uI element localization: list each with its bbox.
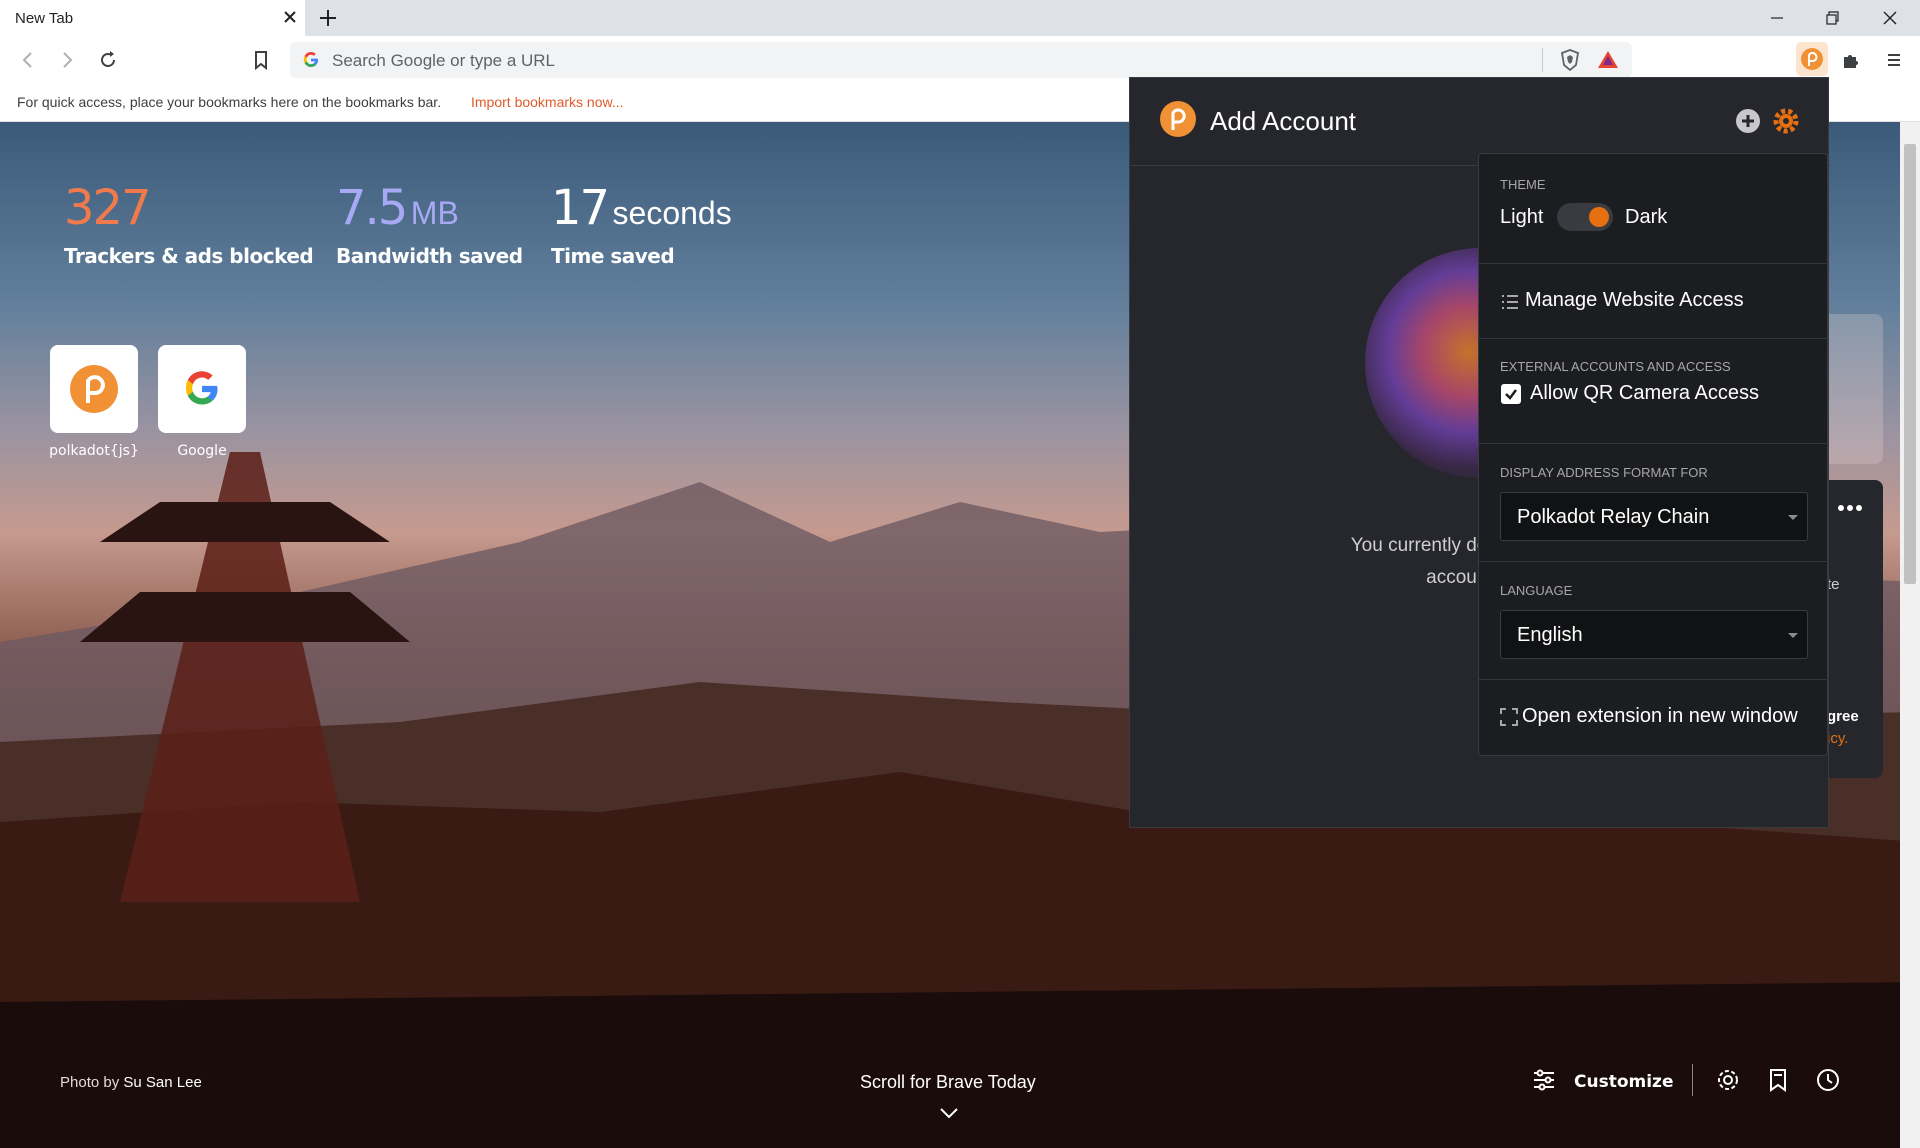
photo-credit-prefix: Photo by	[60, 1074, 120, 1091]
settings-menu: THEME Light Dark Manage Website Access E…	[1478, 153, 1829, 756]
manage-access-item[interactable]: Manage Website Access	[1479, 264, 1829, 339]
photographer-link[interactable]: Su San Lee	[123, 1074, 201, 1091]
dropdown-arrow-icon	[1788, 633, 1798, 638]
stat-bandwidth: 7.5 MB Bandwidth saved	[336, 180, 523, 268]
forward-icon[interactable]	[55, 48, 79, 72]
stat-bandwidth-label: Bandwidth saved	[336, 244, 523, 268]
address-format-value: Polkadot Relay Chain	[1517, 506, 1710, 528]
stat-trackers: 327 Trackers & ads blocked	[64, 180, 314, 268]
theme-light-label: Light	[1500, 206, 1544, 228]
language-title: LANGUAGE	[1500, 583, 1573, 598]
google-icon	[303, 52, 318, 67]
top-site-google-label: Google	[177, 443, 227, 459]
reload-icon[interactable]	[96, 48, 120, 72]
settings-gear-icon[interactable]	[1714, 1066, 1742, 1094]
customize-button[interactable]: Customize	[1574, 1072, 1673, 1092]
google-logo-icon	[186, 371, 218, 405]
side-card-background	[1829, 314, 1883, 464]
language-select[interactable]: English	[1500, 610, 1808, 659]
stat-time: 17 seconds Time saved	[551, 180, 732, 268]
polkadot-logo-icon	[1160, 101, 1196, 137]
chevron-down-icon[interactable]	[938, 1106, 960, 1120]
omnibox[interactable]: Search Google or type a URL	[290, 42, 1632, 78]
add-circle-icon[interactable]	[1735, 108, 1761, 134]
qr-camera-checkbox[interactable]	[1501, 384, 1521, 404]
top-site-google[interactable]	[158, 345, 246, 433]
side-card-agree: gree	[1827, 708, 1859, 725]
bookmarks-icon[interactable]	[1764, 1066, 1792, 1094]
language-value: English	[1517, 624, 1583, 646]
stat-time-value: 17	[551, 180, 610, 236]
history-icon[interactable]	[1814, 1066, 1842, 1094]
theme-title: THEME	[1500, 177, 1546, 192]
omnibox-placeholder: Search Google or type a URL	[332, 51, 556, 70]
side-card: te gree icy.	[1827, 480, 1883, 778]
brave-shields-icon[interactable]	[1558, 48, 1582, 72]
language-section: LANGUAGE English	[1479, 562, 1829, 680]
theme-dark-label: Dark	[1625, 206, 1668, 228]
address-format-select[interactable]: Polkadot Relay Chain	[1500, 492, 1808, 541]
top-site-polkadot[interactable]	[50, 345, 138, 433]
checkmark-icon	[1505, 389, 1517, 400]
scroll-brave-today[interactable]: Scroll for Brave Today	[860, 1072, 1036, 1093]
popup-title: Add Account	[1210, 106, 1356, 136]
theme-toggle[interactable]	[1557, 203, 1613, 231]
external-accounts-section: EXTERNAL ACCOUNTS AND ACCESS Allow QR Ca…	[1479, 339, 1829, 444]
polkadot-extension-button[interactable]	[1796, 42, 1828, 76]
toggle-knob	[1589, 207, 1609, 227]
stat-bandwidth-unit: MB	[410, 195, 459, 231]
settings-gear-icon[interactable]	[1772, 107, 1800, 135]
polkadot-logo-icon	[70, 365, 118, 413]
bookmark-icon[interactable]	[249, 48, 273, 72]
stat-bandwidth-value: 7.5	[336, 180, 408, 236]
manage-access-label: Manage Website Access	[1525, 289, 1744, 311]
stat-trackers-label: Trackers & ads blocked	[64, 244, 314, 268]
minimize-icon[interactable]	[1765, 6, 1789, 30]
tab-title: New Tab	[15, 10, 74, 27]
close-tab-icon[interactable]	[280, 7, 300, 27]
import-bookmarks-link[interactable]: Import bookmarks now...	[471, 94, 624, 110]
tab-new-tab[interactable]: New Tab	[0, 0, 305, 36]
list-icon	[1502, 295, 1518, 309]
footer-divider	[1692, 1064, 1693, 1096]
top-site-polkadot-label: polkadot{js}	[49, 443, 139, 459]
open-new-window-item[interactable]: Open extension in new window	[1479, 680, 1829, 756]
stat-time-label: Time saved	[551, 244, 675, 268]
photo-credit: Photo by Su San Lee	[60, 1074, 202, 1091]
bookmarks-hint: For quick access, place your bookmarks h…	[17, 94, 442, 110]
customize-sliders-icon[interactable]	[1530, 1066, 1558, 1094]
dropdown-arrow-icon	[1788, 515, 1798, 520]
polkadot-logo-icon	[1801, 48, 1823, 70]
back-icon[interactable]	[16, 48, 40, 72]
qr-camera-label[interactable]: Allow QR Camera Access	[1530, 382, 1759, 405]
open-new-window-label: Open extension in new window	[1522, 705, 1798, 727]
omnibox-divider	[1542, 48, 1543, 72]
side-card-policy-link[interactable]: icy.	[1827, 730, 1848, 747]
new-tab-icon[interactable]	[316, 6, 340, 30]
menu-icon[interactable]	[1882, 48, 1906, 72]
stat-time-unit: seconds	[612, 195, 732, 231]
expand-window-icon	[1500, 708, 1518, 726]
scrollbar-thumb[interactable]	[1904, 144, 1916, 584]
address-format-title: DISPLAY ADDRESS FORMAT FOR	[1500, 465, 1708, 480]
page-scrollbar[interactable]	[1900, 122, 1920, 1148]
address-format-section: DISPLAY ADDRESS FORMAT FOR Polkadot Rela…	[1479, 444, 1829, 562]
brave-rewards-icon[interactable]	[1596, 48, 1620, 72]
restore-icon[interactable]	[1820, 6, 1844, 30]
external-title: EXTERNAL ACCOUNTS AND ACCESS	[1500, 359, 1731, 374]
more-options-icon[interactable]	[1837, 504, 1863, 512]
stat-trackers-value: 327	[64, 180, 152, 236]
close-window-icon[interactable]	[1878, 6, 1902, 30]
theme-section: THEME Light Dark	[1479, 154, 1829, 264]
extensions-puzzle-icon[interactable]	[1840, 48, 1864, 72]
tab-strip: New Tab	[0, 0, 1920, 36]
